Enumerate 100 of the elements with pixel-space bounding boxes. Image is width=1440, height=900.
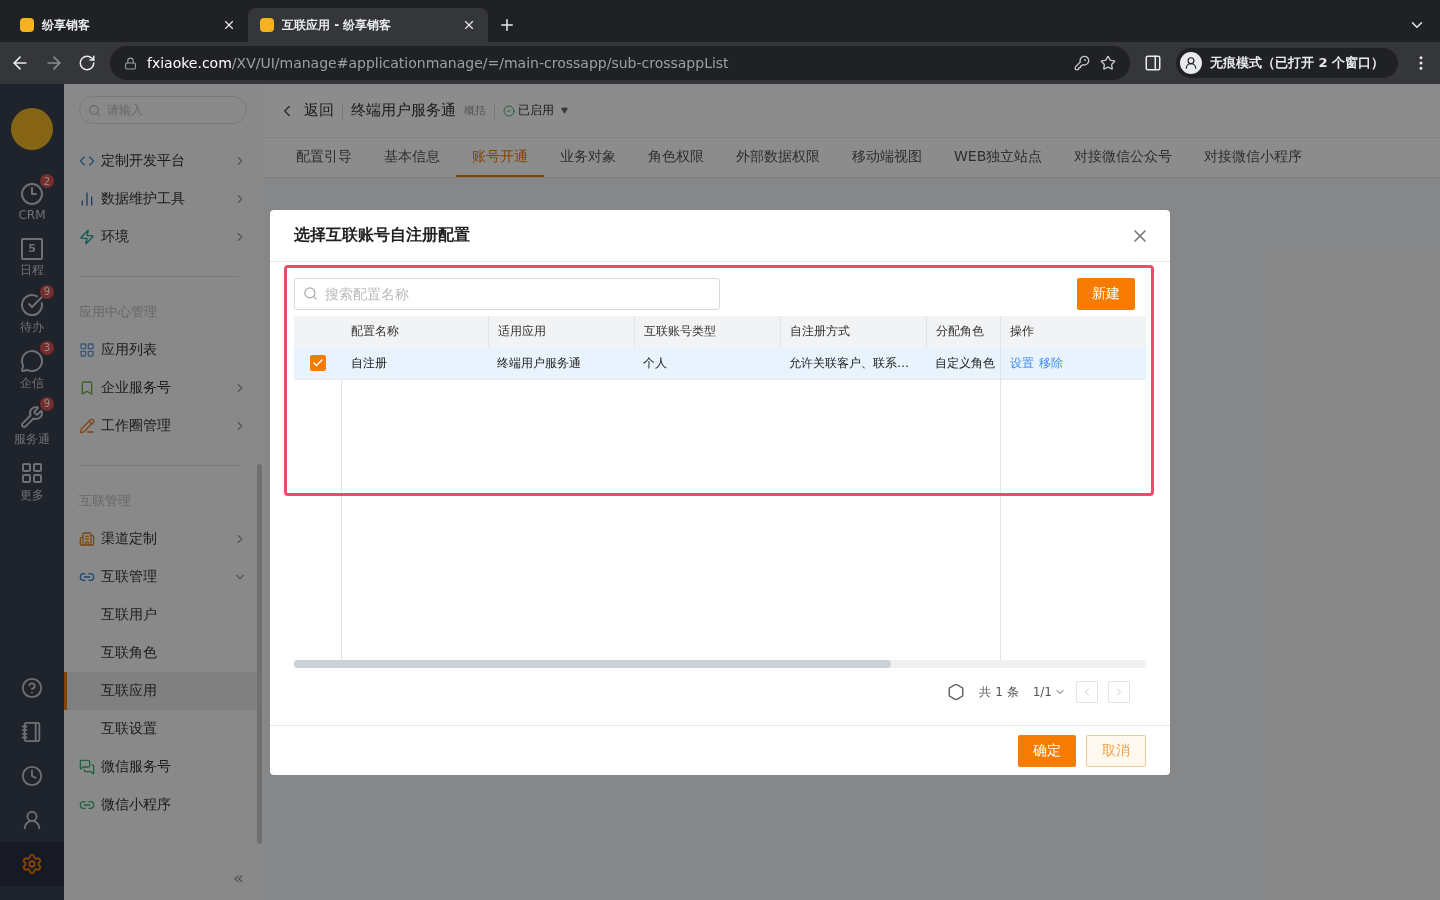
- nav-rail-item[interactable]: 9 待办: [0, 286, 64, 342]
- key-icon[interactable]: [1073, 55, 1090, 71]
- clock-icon: [21, 765, 43, 787]
- check-circle-icon: [20, 292, 44, 317]
- table-cell-text: 自注册: [350, 354, 388, 372]
- favicon-icon: [260, 18, 274, 32]
- count-badge: 9: [40, 284, 54, 299]
- check-circle-icon: [503, 104, 515, 117]
- close-icon[interactable]: [462, 18, 476, 32]
- confirm-button[interactable]: 确定: [1018, 734, 1076, 767]
- tab-title: 纷享销客: [42, 16, 91, 34]
- favicon-icon: [20, 18, 34, 32]
- tab[interactable]: 对接微信公众号: [1058, 138, 1189, 177]
- tab[interactable]: 角色权限: [632, 138, 720, 177]
- page-select[interactable]: 1/1: [1032, 685, 1066, 699]
- chat-bubbles-icon: [79, 759, 95, 775]
- sidebar-item[interactable]: 互联管理: [79, 558, 247, 596]
- check-icon: [312, 357, 324, 369]
- browser-tab[interactable]: 纷享销客: [8, 8, 248, 42]
- nav-rail-item[interactable]: 9 服务通: [0, 398, 64, 454]
- new-tab-icon[interactable]: [498, 16, 516, 34]
- address-bar[interactable]: fxiaoke.com/XV/UI/manage#applicationmanage/=/main-crossapp/sub-crossappList: [110, 46, 1130, 80]
- incognito-icon: [1179, 52, 1202, 74]
- tab[interactable]: 移动端视图: [836, 138, 938, 177]
- search-field[interactable]: 搜索配置名称: [294, 278, 720, 310]
- tab-title: 互联应用 - 纷享销客: [282, 16, 393, 34]
- calendar-icon: 5: [21, 237, 43, 260]
- lightning-icon: [79, 229, 95, 245]
- count-badge: 9: [40, 396, 54, 411]
- tab[interactable]: 账号开通: [456, 138, 544, 177]
- count-badge: 2: [40, 174, 54, 188]
- tab[interactable]: 外部数据权限: [720, 138, 836, 177]
- table-cell-text: 允许关联客户、联系…: [788, 354, 910, 372]
- nav-label: 企信: [20, 374, 44, 392]
- sidebar-item[interactable]: 企业服务号: [79, 369, 247, 407]
- nav-rail-item[interactable]: 5 日程: [0, 230, 64, 286]
- caret-icon: [561, 107, 568, 114]
- nav-rail-button[interactable]: [0, 842, 64, 886]
- chat-icon: [20, 348, 44, 373]
- action-link[interactable]: 移除: [1039, 354, 1063, 372]
- sidebar-subitem[interactable]: 互联设置: [64, 710, 257, 748]
- person-icon: [21, 809, 43, 831]
- incognito-button[interactable]: 无痕模式（已打开 2 个窗口）: [1175, 48, 1398, 78]
- checkbox[interactable]: [310, 355, 326, 371]
- notebook-icon: [21, 721, 43, 743]
- tab[interactable]: 基本信息: [368, 138, 456, 177]
- sidebar-item[interactable]: 微信小程序: [79, 786, 247, 824]
- table-cell-text: 个人: [642, 354, 668, 372]
- collapse-button[interactable]: «: [233, 867, 244, 888]
- nav-label: 服务通: [14, 430, 50, 448]
- count-badge: 3: [40, 340, 54, 355]
- sidebar-item[interactable]: 微信服务号: [79, 748, 247, 786]
- sidebar-item[interactable]: 工作圈管理: [79, 407, 247, 445]
- table-cell-text: 终端用户服务通: [496, 354, 582, 372]
- nav-rail-item[interactable]: 更多: [0, 454, 64, 510]
- code-icon: [79, 153, 95, 169]
- status-dropdown[interactable]: 已启用: [503, 102, 568, 119]
- tab[interactable]: 配置引导: [280, 138, 368, 177]
- grid-icon: [20, 460, 44, 485]
- nav-label: 日程: [20, 261, 44, 279]
- dialog-title: 选择互联账号自注册配置: [294, 225, 470, 246]
- nav-label: 待办: [20, 318, 44, 336]
- column-header: 配置名称: [350, 323, 400, 340]
- sidebar-item[interactable]: 渠道定制: [79, 520, 247, 558]
- tab[interactable]: 对接微信小程序: [1188, 138, 1319, 177]
- table-cell-text: 自定义角色: [934, 354, 996, 372]
- side-panel-icon[interactable]: [1143, 54, 1162, 72]
- bar-chart-icon: [79, 191, 95, 207]
- nav-label: 更多: [20, 486, 44, 504]
- tab[interactable]: WEB独立站点: [938, 138, 1059, 177]
- action-link[interactable]: 设置: [1010, 354, 1034, 372]
- app-name: 终端用户服务通: [351, 101, 456, 120]
- nav-rail-item[interactable]: 3 企信: [0, 342, 64, 398]
- bookmark-icon: [79, 380, 95, 396]
- reload-icon[interactable]: [78, 54, 96, 72]
- browser-tab[interactable]: 互联应用 - 纷享销客: [248, 8, 488, 42]
- nav-rail-item[interactable]: 2 CRM: [0, 174, 64, 230]
- sidebar-item[interactable]: 环境: [79, 218, 247, 256]
- back-link[interactable]: 返回: [304, 101, 334, 120]
- sidebar-item[interactable]: 数据维护工具: [79, 180, 247, 218]
- star-icon[interactable]: [1099, 55, 1116, 71]
- search-icon: [88, 103, 101, 117]
- lock-icon: [124, 56, 137, 70]
- url-text: fxiaoke.com/XV/UI/manage#applicationmanage/=/main-crossapp/sub-crossappList: [147, 55, 730, 71]
- grid-icon: [79, 342, 95, 358]
- nav-label: CRM: [18, 208, 46, 222]
- sidebar-item[interactable]: 应用列表: [79, 331, 247, 369]
- wrench-icon: [20, 404, 44, 429]
- sidebar-subitem[interactable]: 互联应用: [64, 672, 257, 710]
- pencil-icon: [79, 418, 95, 434]
- total-count: 共 1 条: [979, 683, 1019, 701]
- sidebar-item[interactable]: 定制开发平台: [79, 142, 247, 180]
- close-icon[interactable]: [222, 18, 236, 32]
- tab[interactable]: 业务对象: [544, 138, 632, 177]
- new-button[interactable]: 新建: [1077, 278, 1135, 310]
- scrollbar-thumb[interactable]: [294, 660, 891, 668]
- sidebar-subitem[interactable]: 互联用户: [64, 596, 257, 634]
- avatar[interactable]: [11, 108, 53, 150]
- help-icon: [21, 677, 43, 699]
- sidebar-subitem[interactable]: 互联角色: [64, 634, 257, 672]
